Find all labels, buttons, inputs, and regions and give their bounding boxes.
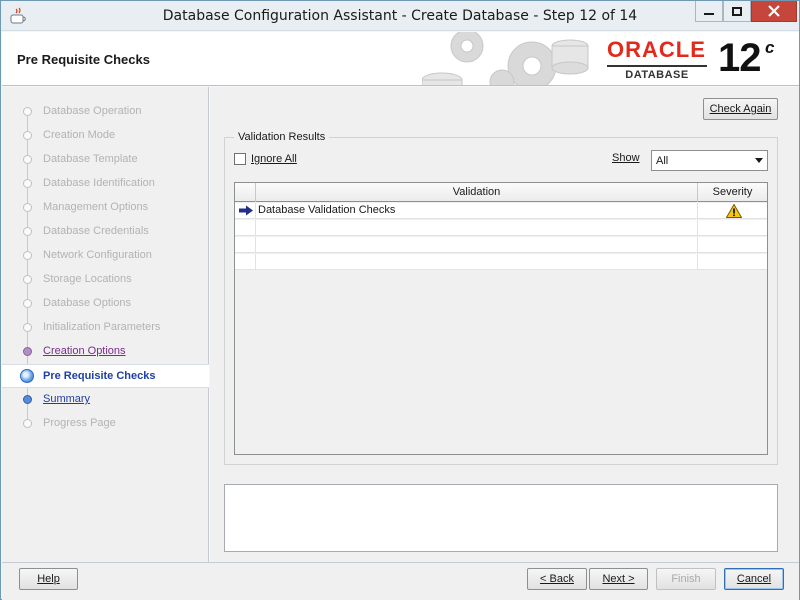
title-bar: Database Configuration Assistant - Creat…	[1, 1, 799, 31]
nav-step-label: Summary	[43, 393, 91, 405]
empty-cell	[697, 254, 767, 270]
gears-graphic-icon	[422, 32, 589, 85]
nav-step-network-configuration: Network Configuration	[2, 244, 209, 268]
close-icon	[768, 5, 780, 17]
step-indicator-icon	[23, 179, 32, 188]
validation-table: Validation Severity Database Validation …	[234, 182, 768, 455]
step-indicator-icon	[23, 203, 32, 212]
help-button[interactable]: Help	[19, 568, 78, 590]
nav-step-summary[interactable]: Summary	[2, 388, 209, 412]
nav-step-label: Network Configuration	[43, 249, 152, 261]
nav-step-database-identification: Database Identification	[2, 172, 209, 196]
window-title: Database Configuration Assistant - Creat…	[162, 8, 638, 24]
step-indicator-icon	[23, 347, 32, 356]
nav-step-database-credentials: Database Credentials	[2, 220, 209, 244]
version-number: 12	[718, 36, 761, 80]
oracle-logo: ORACLE DATABASE	[607, 38, 717, 81]
step-indicator-icon	[23, 131, 32, 140]
nav-step-creation-options[interactable]: Creation Options	[2, 340, 209, 364]
maximize-icon	[732, 6, 742, 16]
step-indicator-icon	[23, 323, 32, 332]
nav-step-initialization-parameters: Initialization Parameters	[2, 316, 209, 340]
show-filter-select[interactable]: All	[651, 150, 768, 171]
nav-step-storage-locations: Storage Locations	[2, 268, 209, 292]
nav-step-label: Storage Locations	[43, 273, 132, 285]
check-again-button[interactable]: Check Again	[703, 98, 778, 120]
nav-step-creation-mode: Creation Mode	[2, 124, 209, 148]
oracle-database-text: DATABASE	[607, 65, 707, 81]
severity-cell	[697, 203, 767, 219]
nav-step-database-template: Database Template	[2, 148, 209, 172]
table-row-empty	[235, 254, 767, 270]
nav-step-management-options: Management Options	[2, 196, 209, 220]
nav-step-database-options: Database Options	[2, 292, 209, 316]
validation-cell: Database Validation Checks	[255, 203, 697, 219]
step-indicator-icon	[20, 369, 34, 383]
step-indicator-icon	[23, 395, 32, 404]
nav-step-label: Initialization Parameters	[43, 321, 161, 333]
step-indicator-icon	[23, 275, 32, 284]
page-title: Pre Requisite Checks	[17, 52, 150, 67]
step-navigation: Database Operation Creation Mode Database …	[2, 87, 209, 562]
table-row-empty	[235, 220, 767, 236]
details-text-area[interactable]	[224, 484, 778, 552]
nav-step-label: Progress Page	[43, 417, 116, 429]
finish-button[interactable]: Finish	[656, 568, 716, 590]
nav-step-label: Database Identification	[43, 177, 155, 189]
next-button[interactable]: Next >	[589, 568, 648, 590]
validation-results-title: Validation Results	[234, 131, 330, 143]
nav-step-label: Database Template	[43, 153, 138, 165]
table-row[interactable]: Database Validation Checks	[235, 203, 767, 219]
warning-icon	[726, 204, 742, 218]
table-header: Validation Severity	[235, 183, 767, 202]
step-indicator-icon	[23, 419, 32, 428]
page-header: Pre Requisite Checks ORACLE DATABASE 12 …	[2, 32, 799, 86]
nav-step-pre-requisite-checks: Pre Requisite Checks	[2, 364, 209, 388]
nav-step-progress-page: Progress Page	[2, 412, 209, 436]
nav-step-label: Database Operation	[43, 105, 142, 117]
main-content: Check Again Validation Results Ignore Al…	[210, 87, 799, 562]
dbca-window: Database Configuration Assistant - Creat…	[0, 0, 800, 600]
oracle-brand-text: ORACLE	[607, 37, 706, 62]
empty-cell	[697, 237, 767, 253]
ignore-all-checkbox[interactable]	[234, 153, 246, 165]
footer-button-bar: Help < Back Next > Finish Cancel	[2, 562, 799, 600]
nav-step-label: Creation Options	[43, 345, 126, 357]
step-indicator-icon	[23, 299, 32, 308]
column-header-validation[interactable]: Validation	[255, 183, 697, 202]
nav-step-label: Database Options	[43, 297, 132, 309]
minimize-button[interactable]	[695, 1, 723, 22]
arrow-right-icon	[239, 205, 253, 216]
maximize-button[interactable]	[723, 1, 751, 22]
ignore-all-label[interactable]: Ignore All	[251, 153, 297, 165]
column-header-severity[interactable]: Severity	[697, 183, 767, 202]
cancel-button[interactable]: Cancel	[724, 568, 784, 590]
table-row-empty	[235, 237, 767, 253]
empty-cell	[255, 254, 697, 270]
nav-step-label: Database Credentials	[43, 225, 149, 237]
version-suffix: c	[765, 38, 775, 57]
empty-cell	[255, 220, 697, 236]
minimize-icon	[704, 13, 714, 15]
nav-step-database-operation: Database Operation	[2, 100, 209, 124]
close-button[interactable]	[751, 1, 797, 22]
step-indicator-icon	[23, 227, 32, 236]
nav-step-label: Management Options	[43, 201, 149, 213]
chevron-down-icon	[755, 158, 763, 163]
empty-cell	[255, 237, 697, 253]
back-button[interactable]: < Back	[527, 568, 587, 590]
show-filter-label: Show	[612, 152, 640, 164]
step-indicator-icon	[23, 155, 32, 164]
step-indicator-icon	[23, 107, 32, 116]
nav-step-label: Pre Requisite Checks	[43, 370, 156, 382]
nav-step-label: Creation Mode	[43, 129, 116, 141]
row-marker-header	[235, 183, 255, 202]
show-filter-value: All	[656, 155, 669, 167]
empty-cell	[697, 220, 767, 236]
step-indicator-icon	[23, 251, 32, 260]
